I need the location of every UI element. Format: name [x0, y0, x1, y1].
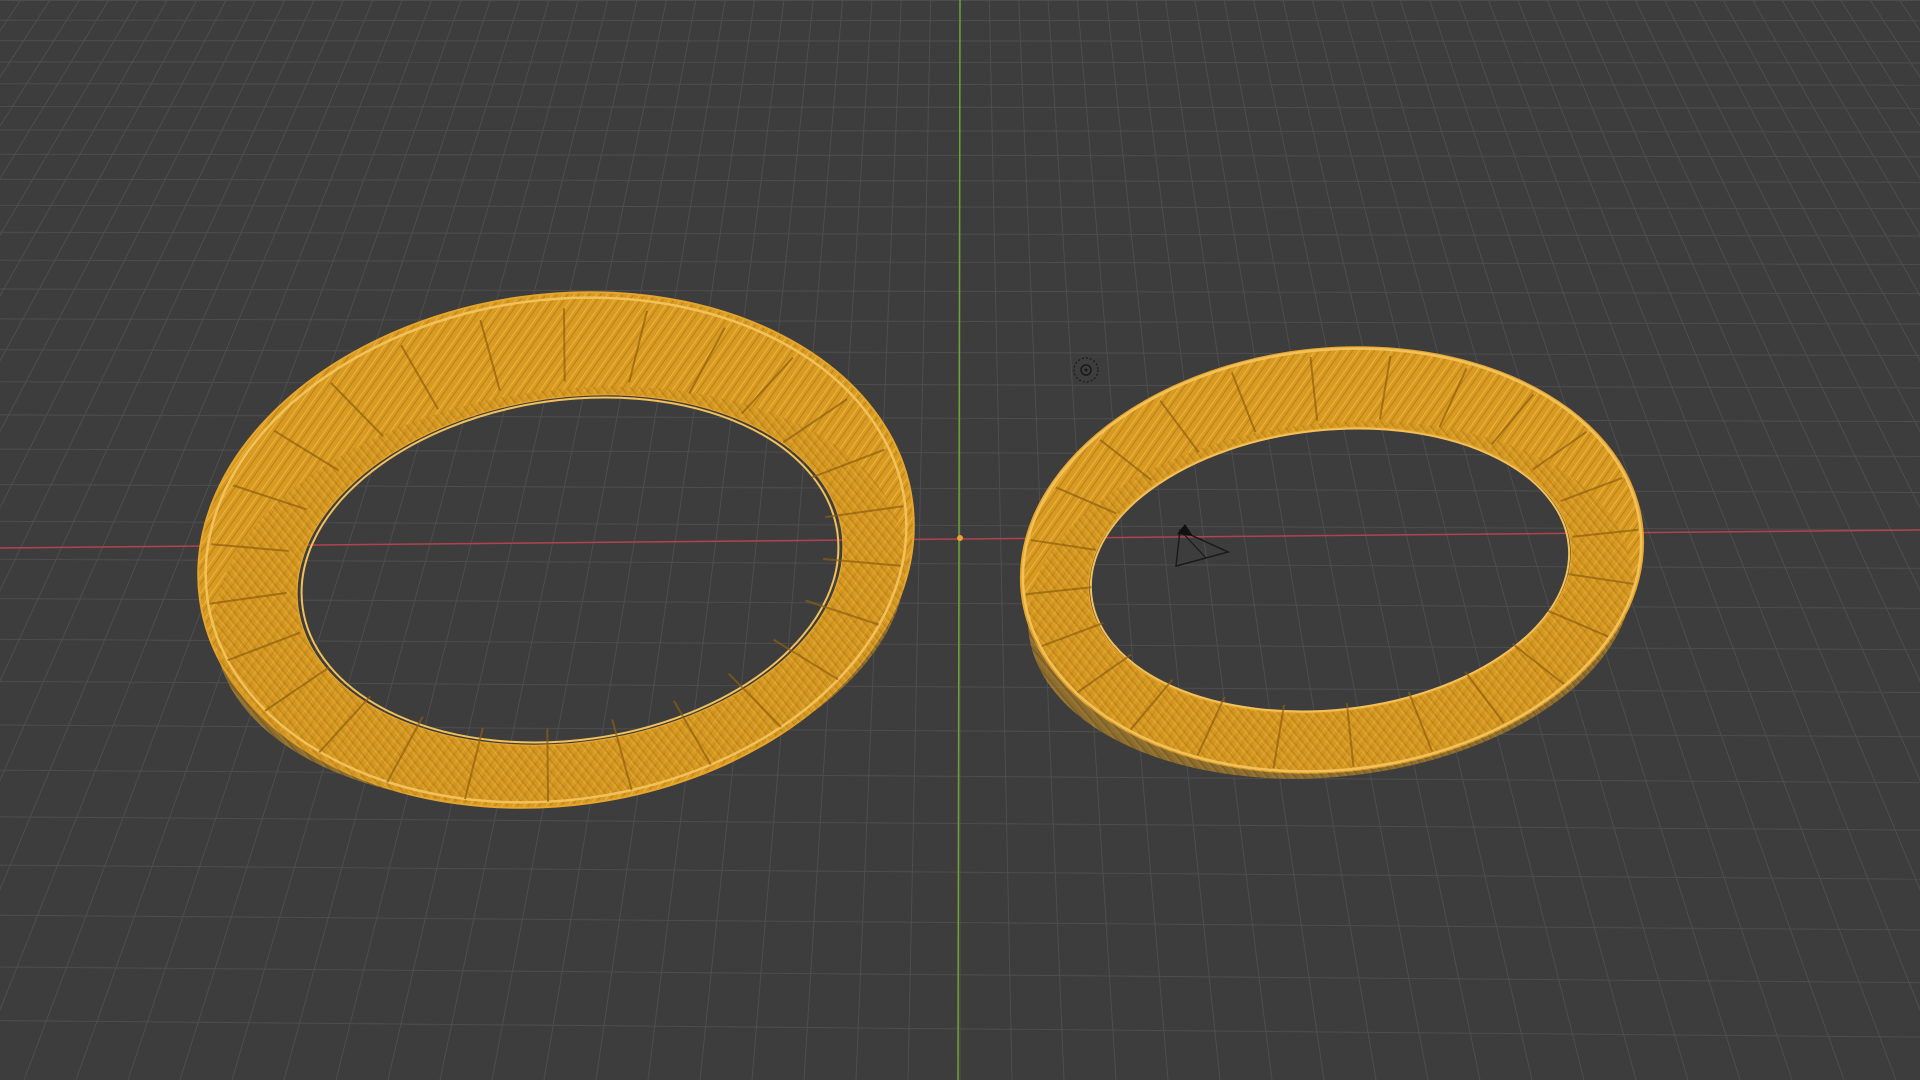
camera-icon[interactable]	[1175, 524, 1231, 567]
grid-line	[1135, 0, 1273, 1080]
ring-segment	[546, 728, 550, 802]
grid-line	[1282, 0, 1533, 1080]
grid-line	[0, 0, 198, 362]
grid-line	[1693, 0, 1920, 433]
grid-line	[491, 0, 697, 1080]
ring-right[interactable]	[1002, 319, 1663, 802]
grid-line	[1752, 0, 1920, 297]
grid-line	[1194, 0, 1377, 1080]
grid-line	[1253, 0, 1481, 1080]
grid-line	[595, 0, 756, 1080]
origin-point-icon	[957, 535, 963, 541]
3d-viewport[interactable]	[0, 0, 1920, 1080]
grid-line	[0, 0, 168, 297]
grid-line	[1605, 0, 1920, 683]
grid-line	[1810, 0, 1920, 180]
grid-line	[1722, 0, 1920, 362]
grid-line	[1458, 0, 1845, 1080]
light-icon[interactable]	[1073, 357, 1099, 383]
grid-line	[1311, 0, 1585, 1080]
grid-line	[647, 0, 785, 1080]
grid-line	[543, 0, 726, 1080]
grid-line	[1664, 0, 1920, 509]
grid-line	[1487, 0, 1897, 1080]
grid-line	[1840, 0, 1920, 128]
grid-line	[0, 0, 227, 433]
grid-line	[0, 0, 110, 180]
ring-segment	[562, 308, 566, 382]
grid-line	[439, 0, 667, 1080]
grid-line	[988, 0, 1013, 1080]
viewport-canvas[interactable]	[0, 0, 1920, 1080]
grid-line	[0, 0, 80, 128]
grid-line	[0, 0, 139, 237]
grid-line	[1223, 0, 1429, 1080]
grid-line	[1781, 0, 1920, 237]
